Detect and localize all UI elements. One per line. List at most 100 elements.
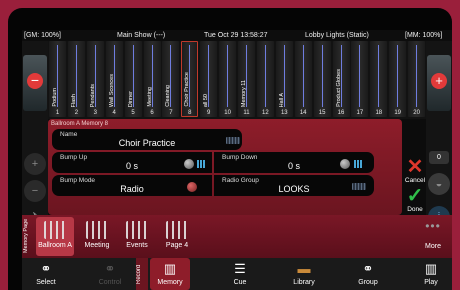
tab-label: Memory (157, 279, 183, 286)
cancel-icon: ✕ (406, 156, 424, 178)
fader-strip[interactable]: 14 (294, 41, 312, 117)
bottom-tab-bar: ⚭ Select ⚭ Control Record ▥ Memory ☰ Cue… (22, 258, 452, 290)
memory-editor-panel: Ballroom A Memory 8 Name Choir Practice … (48, 119, 402, 215)
bump-down-label: Bump Down (222, 154, 258, 161)
fader-number: 15 (318, 110, 326, 116)
more-button[interactable]: ••• More (418, 219, 448, 250)
faders-right-tile[interactable]: + (427, 55, 451, 111)
fader-strip[interactable]: Product Globes 16 (332, 41, 350, 117)
fader-label: Flash (70, 93, 77, 107)
screen: [GM: 100%] Main Show (---) Tue Oct 29 13… (22, 30, 452, 290)
fader-number: 20 (413, 110, 420, 116)
fader-strip[interactable]: 20 (408, 41, 426, 117)
tab-label: Group (358, 279, 378, 286)
status-bar: [GM: 100%] Main Show (---) Tue Oct 29 13… (22, 30, 452, 41)
fader-strip[interactable]: all 50 9 (200, 41, 218, 117)
page-tab-label: Page 4 (165, 242, 189, 249)
tab-label: Play (424, 279, 438, 286)
tab-memory[interactable]: ▥ Memory (150, 258, 190, 290)
tab-control[interactable]: ⚭ Control (88, 258, 132, 290)
keypad-icon[interactable] (197, 160, 205, 168)
done-icon: ✓ (406, 185, 424, 207)
tab-label: Control (98, 279, 122, 286)
fader-track (227, 45, 229, 107)
active-look: Lobby Lights (Static) (305, 32, 369, 39)
tab-label: Select (36, 279, 56, 286)
bowl-icon[interactable]: ◒ (428, 173, 450, 195)
fader-number: 11 (243, 110, 250, 116)
fader-strip[interactable]: Pendants 3 (86, 41, 104, 117)
tab-cue[interactable]: ☰ Cue (220, 258, 260, 290)
fader-strip[interactable]: Podium 1 (49, 41, 66, 117)
fader-track (321, 45, 323, 107)
tab-play[interactable]: ▥ Play (412, 258, 450, 290)
play-icon: ▥ (424, 261, 438, 276)
tab-select[interactable]: ⚭ Select (26, 258, 66, 290)
fader-strip[interactable]: Cleaning 7 (162, 41, 180, 117)
faders-left-tile[interactable]: − (23, 55, 47, 111)
fader-strip[interactable]: Choir Practice 8 (181, 41, 199, 117)
fader-strip[interactable]: Meeting 6 (143, 41, 161, 117)
fader-strip[interactable]: 17 (351, 41, 369, 117)
bump-up-field[interactable]: Bump Up 0 s (52, 152, 212, 173)
memory-master-level: [MM: 100%] (405, 32, 443, 39)
fader-strip[interactable]: 10 (219, 41, 237, 117)
faders-icon (86, 221, 108, 239)
radio-group-field[interactable]: Radio Group LOOKS (214, 175, 374, 196)
fader-number: 10 (224, 110, 231, 116)
fader-label: all 50 (203, 93, 210, 107)
cancel-button[interactable]: ✕ Cancel (404, 157, 426, 184)
fader-strip[interactable]: 15 (313, 41, 331, 117)
zoom-out-icon[interactable]: − (24, 180, 46, 202)
fader-strip[interactable]: 12 (256, 41, 274, 117)
page-tab-ballroom-a[interactable]: Ballroom A (36, 217, 74, 256)
fader-strip[interactable]: 19 (389, 41, 407, 117)
counter-badge: 0 (429, 151, 449, 164)
keyboard-icon[interactable] (226, 137, 240, 144)
page-tab-meeting[interactable]: Meeting (78, 217, 116, 256)
tab-library[interactable]: ▬ Library (284, 258, 324, 290)
done-button[interactable]: ✓ Done (404, 186, 426, 213)
dial-icon[interactable] (184, 159, 194, 169)
bump-down-value: 0 s (287, 161, 300, 171)
fader-number: 1 (55, 110, 60, 116)
select-icon: ⚭ (40, 261, 52, 276)
fader-track (302, 45, 304, 107)
bump-mode-label: Bump Mode (60, 177, 96, 184)
fader-number: 3 (93, 110, 97, 116)
cancel-label: Cancel (404, 177, 426, 184)
dial-icon[interactable] (340, 159, 350, 169)
record-label: Record (136, 258, 148, 290)
keypad-icon[interactable] (354, 160, 362, 168)
fader-strip[interactable]: Memory 11 11 (238, 41, 255, 117)
fader-strip[interactable]: Dinner 5 (124, 41, 142, 117)
fader-strip[interactable]: Hall A 13 (275, 41, 293, 117)
memory-page-label: Memory Page (23, 218, 29, 254)
editor-title: Ballroom A Memory 8 (51, 121, 109, 127)
page-tab-page-4[interactable]: Page 4 (158, 217, 196, 256)
fader-track (359, 45, 361, 107)
group-icon: ⚭ (362, 261, 374, 276)
fader-strip[interactable]: Flash 2 (67, 41, 85, 117)
fader-number: 14 (299, 110, 307, 116)
more-dots-icon: ••• (425, 219, 441, 233)
device-frame: [GM: 100%] Main Show (---) Tue Oct 29 13… (8, 8, 452, 290)
fader-bank: Podium 1 Flash 2 Pendants 3 Wall Sconces 4 Dinne… (48, 41, 426, 119)
name-value: Choir Practice (118, 138, 176, 148)
bump-mode-field[interactable]: Bump Mode Radio (52, 175, 212, 196)
zoom-in-icon[interactable]: + (24, 153, 46, 175)
radio-group-value: LOOKS (278, 184, 310, 194)
fader-strip[interactable]: Wall Sconces 4 (105, 41, 123, 117)
fader-number: 16 (337, 110, 345, 116)
fader-strip[interactable]: 18 (370, 41, 388, 117)
page-tab-events[interactable]: Events (118, 217, 156, 256)
fader-number: 12 (262, 110, 269, 116)
mode-icon[interactable] (187, 182, 197, 192)
fader-number: 9 (207, 110, 211, 116)
name-field[interactable]: Name Choir Practice (52, 129, 242, 150)
left-sidebar: − + − ✈ (22, 41, 48, 225)
control-icon: ⚭ (104, 261, 116, 276)
keyboard-icon[interactable] (352, 183, 366, 190)
bump-down-field[interactable]: Bump Down 0 s (214, 152, 374, 173)
tab-group[interactable]: ⚭ Group (348, 258, 388, 290)
